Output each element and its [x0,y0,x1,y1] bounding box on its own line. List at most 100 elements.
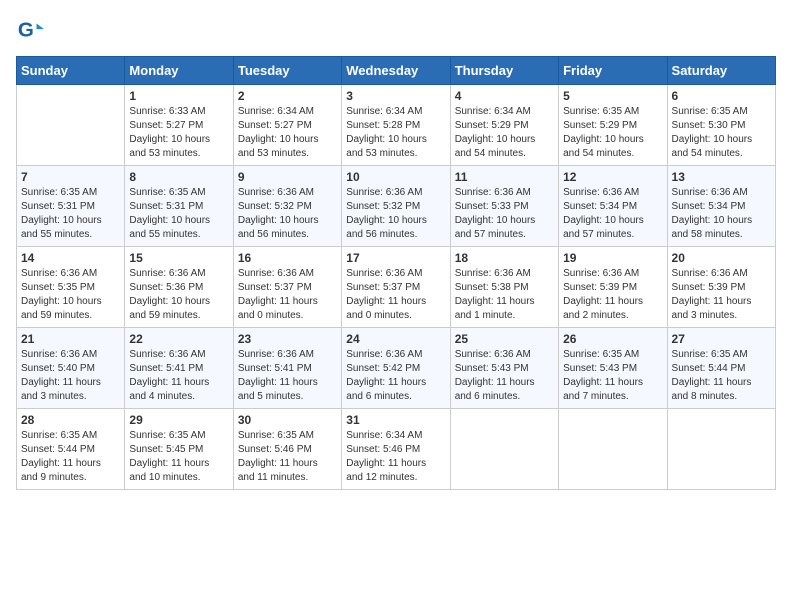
day-number: 31 [346,413,445,427]
day-info: Sunrise: 6:36 AM Sunset: 5:43 PM Dayligh… [455,348,554,404]
day-cell: 23 Sunrise: 6:36 AM Sunset: 5:41 PM Dayli… [233,328,341,409]
header-cell-saturday: Saturday [667,57,775,85]
day-cell: 20 Sunrise: 6:36 AM Sunset: 5:39 PM Dayli… [667,247,775,328]
day-cell: 24 Sunrise: 6:36 AM Sunset: 5:42 PM Dayli… [342,328,450,409]
day-cell: 6Sunrise: 6:35 AM Sunset: 5:30 PM Daylig… [667,85,775,166]
day-info: Sunrise: 6:36 AM Sunset: 5:37 PM Dayligh… [238,267,337,323]
day-info: Sunrise: 6:36 AM Sunset: 5:34 PM Dayligh… [563,186,662,242]
page-header: G [16,16,776,44]
day-number: 1 [129,89,228,103]
day-cell: 21 Sunrise: 6:36 AM Sunset: 5:40 PM Dayli… [17,328,125,409]
day-info: Sunrise: 6:33 AM Sunset: 5:27 PM Dayligh… [129,105,228,161]
day-info: Sunrise: 6:35 AM Sunset: 5:45 PM Dayligh… [129,429,228,485]
day-number: 10 [346,170,445,184]
day-number: 16 [238,251,337,265]
day-cell: 28 Sunrise: 6:35 AM Sunset: 5:44 PM Dayli… [17,409,125,490]
day-number: 23 [238,332,337,346]
header-row: SundayMondayTuesdayWednesdayThursdayFrid… [17,57,776,85]
day-cell: 25 Sunrise: 6:36 AM Sunset: 5:43 PM Dayli… [450,328,558,409]
day-number: 30 [238,413,337,427]
week-row-2: 7 Sunrise: 6:35 AM Sunset: 5:31 PM Daylig… [17,166,776,247]
day-cell: 10 Sunrise: 6:36 AM Sunset: 5:32 PM Dayli… [342,166,450,247]
day-info: Sunrise: 6:35 AM Sunset: 5:44 PM Dayligh… [672,348,771,404]
day-info: Sunrise: 6:35 AM Sunset: 5:46 PM Dayligh… [238,429,337,485]
day-cell [17,85,125,166]
day-info: Sunrise: 6:36 AM Sunset: 5:37 PM Dayligh… [346,267,445,323]
day-info: Sunrise: 6:36 AM Sunset: 5:35 PM Dayligh… [21,267,120,323]
day-cell: 26 Sunrise: 6:35 AM Sunset: 5:43 PM Dayli… [559,328,667,409]
day-info: Sunrise: 6:35 AM Sunset: 5:31 PM Dayligh… [129,186,228,242]
day-info: Sunrise: 6:36 AM Sunset: 5:40 PM Dayligh… [21,348,120,404]
day-info: Sunrise: 6:35 AM Sunset: 5:31 PM Dayligh… [21,186,120,242]
day-cell: 16 Sunrise: 6:36 AM Sunset: 5:37 PM Dayli… [233,247,341,328]
day-info: Sunrise: 6:36 AM Sunset: 5:32 PM Dayligh… [346,186,445,242]
day-number: 7 [21,170,120,184]
day-info: Sunrise: 6:36 AM Sunset: 5:32 PM Dayligh… [238,186,337,242]
day-cell: 5 Sunrise: 6:35 AM Sunset: 5:29 PM Daylig… [559,85,667,166]
day-cell: 18 Sunrise: 6:36 AM Sunset: 5:38 PM Dayli… [450,247,558,328]
day-number: 5 [563,89,662,103]
day-cell: 29Sunrise: 6:35 AM Sunset: 5:45 PM Dayli… [125,409,233,490]
svg-text:G: G [18,19,34,42]
day-number: 4 [455,89,554,103]
day-number: 20 [672,251,771,265]
day-number: 14 [21,251,120,265]
day-cell: 3 Sunrise: 6:34 AM Sunset: 5:28 PM Daylig… [342,85,450,166]
day-info: Sunrise: 6:35 AM Sunset: 5:29 PM Dayligh… [563,105,662,161]
day-cell: 8Sunrise: 6:35 AM Sunset: 5:31 PM Daylig… [125,166,233,247]
day-info: Sunrise: 6:36 AM Sunset: 5:41 PM Dayligh… [129,348,228,404]
day-cell: 30 Sunrise: 6:35 AM Sunset: 5:46 PM Dayli… [233,409,341,490]
day-info: Sunrise: 6:36 AM Sunset: 5:39 PM Dayligh… [672,267,771,323]
header-cell-thursday: Thursday [450,57,558,85]
day-number: 15 [129,251,228,265]
day-number: 27 [672,332,771,346]
logo: G [16,16,48,44]
day-info: Sunrise: 6:34 AM Sunset: 5:28 PM Dayligh… [346,105,445,161]
header-cell-friday: Friday [559,57,667,85]
logo-icon: G [16,16,44,44]
day-info: Sunrise: 6:36 AM Sunset: 5:33 PM Dayligh… [455,186,554,242]
day-cell: 19Sunrise: 6:36 AM Sunset: 5:39 PM Dayli… [559,247,667,328]
day-number: 11 [455,170,554,184]
day-number: 13 [672,170,771,184]
week-row-4: 21 Sunrise: 6:36 AM Sunset: 5:40 PM Dayli… [17,328,776,409]
day-cell [450,409,558,490]
header-cell-sunday: Sunday [17,57,125,85]
day-info: Sunrise: 6:34 AM Sunset: 5:29 PM Dayligh… [455,105,554,161]
day-info: Sunrise: 6:34 AM Sunset: 5:46 PM Dayligh… [346,429,445,485]
day-number: 17 [346,251,445,265]
day-number: 9 [238,170,337,184]
day-number: 3 [346,89,445,103]
header-cell-wednesday: Wednesday [342,57,450,85]
day-info: Sunrise: 6:34 AM Sunset: 5:27 PM Dayligh… [238,105,337,161]
day-cell [559,409,667,490]
day-info: Sunrise: 6:35 AM Sunset: 5:30 PM Dayligh… [672,105,771,161]
day-cell: 13Sunrise: 6:36 AM Sunset: 5:34 PM Dayli… [667,166,775,247]
day-cell: 12 Sunrise: 6:36 AM Sunset: 5:34 PM Dayli… [559,166,667,247]
day-number: 24 [346,332,445,346]
week-row-3: 14 Sunrise: 6:36 AM Sunset: 5:35 PM Dayli… [17,247,776,328]
day-cell [667,409,775,490]
day-info: Sunrise: 6:35 AM Sunset: 5:43 PM Dayligh… [563,348,662,404]
day-info: Sunrise: 6:36 AM Sunset: 5:42 PM Dayligh… [346,348,445,404]
day-number: 18 [455,251,554,265]
day-number: 25 [455,332,554,346]
day-number: 2 [238,89,337,103]
day-cell: 14 Sunrise: 6:36 AM Sunset: 5:35 PM Dayli… [17,247,125,328]
day-info: Sunrise: 6:35 AM Sunset: 5:44 PM Dayligh… [21,429,120,485]
day-number: 21 [21,332,120,346]
day-info: Sunrise: 6:36 AM Sunset: 5:38 PM Dayligh… [455,267,554,323]
day-cell: 17 Sunrise: 6:36 AM Sunset: 5:37 PM Dayli… [342,247,450,328]
day-number: 26 [563,332,662,346]
day-cell: 22Sunrise: 6:36 AM Sunset: 5:41 PM Dayli… [125,328,233,409]
day-info: Sunrise: 6:36 AM Sunset: 5:41 PM Dayligh… [238,348,337,404]
day-number: 12 [563,170,662,184]
day-cell: 15Sunrise: 6:36 AM Sunset: 5:36 PM Dayli… [125,247,233,328]
day-number: 28 [21,413,120,427]
week-row-1: 1 Sunrise: 6:33 AM Sunset: 5:27 PM Daylig… [17,85,776,166]
day-cell: 4 Sunrise: 6:34 AM Sunset: 5:29 PM Daylig… [450,85,558,166]
day-cell: 11 Sunrise: 6:36 AM Sunset: 5:33 PM Dayli… [450,166,558,247]
day-info: Sunrise: 6:36 AM Sunset: 5:39 PM Dayligh… [563,267,662,323]
header-cell-tuesday: Tuesday [233,57,341,85]
week-row-5: 28 Sunrise: 6:35 AM Sunset: 5:44 PM Dayli… [17,409,776,490]
